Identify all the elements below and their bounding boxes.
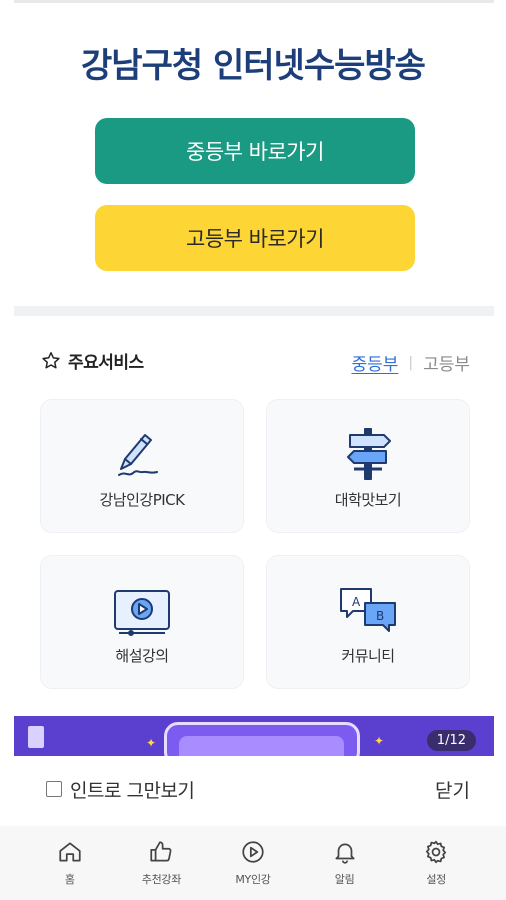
intro-checkbox[interactable] — [46, 781, 62, 797]
intro-dismiss-option[interactable]: 인트로 그만보기 — [46, 776, 195, 803]
high-school-button[interactable]: 고등부 바로가기 — [95, 205, 415, 271]
chat-bubbles-icon: A B — [337, 579, 399, 637]
nav-item-home[interactable]: 홈 — [35, 839, 105, 887]
banner-counter: 1/12 — [426, 730, 476, 751]
nav-item-settings[interactable]: 설정 — [401, 839, 471, 887]
service-card-label: 대학맛보기 — [334, 490, 402, 509]
bell-icon — [332, 839, 358, 865]
thumbs-up-icon — [148, 839, 174, 865]
services-title: 주요서비스 — [68, 353, 144, 373]
intro-checkbox-label[interactable]: 인트로 그만보기 — [70, 776, 195, 803]
video-play-icon — [111, 579, 173, 637]
service-card-university[interactable]: 대학맛보기 — [266, 399, 470, 533]
nav-item-recommended[interactable]: 추천강좌 — [126, 839, 196, 887]
star-icon — [40, 350, 62, 372]
nav-label: 홈 — [64, 873, 75, 886]
services-header: 주요서비스 — [40, 348, 144, 373]
service-card-label: 해설강의 — [115, 646, 169, 665]
nav-item-my-lectures[interactable]: MY인강 — [218, 839, 288, 887]
close-button[interactable]: 닫기 — [435, 776, 470, 803]
section-divider — [14, 306, 494, 316]
gear-icon — [423, 839, 449, 865]
nav-label: 설정 — [426, 873, 446, 886]
tab-middle-school[interactable]: 중등부 — [351, 350, 398, 375]
sparkle-icon: ✦ — [146, 736, 157, 750]
nav-label: MY인강 — [235, 873, 271, 886]
nav-item-notifications[interactable]: 알림 — [310, 839, 380, 887]
home-icon — [57, 839, 83, 865]
services-tabs: 중등부 | 고등부 — [351, 350, 470, 376]
page-title: 강남구청 인터넷수능방송 — [81, 46, 426, 86]
document-icon — [28, 726, 44, 748]
service-card-pick[interactable]: 강남인강PICK — [40, 399, 244, 533]
service-card-lecture[interactable]: 해설강의 — [40, 555, 244, 689]
bottom-nav: 홈 추천강좌 MY인강 알림 설정 — [0, 826, 506, 900]
svg-text:B: B — [376, 609, 384, 623]
tab-separator: | — [408, 354, 414, 371]
intro-bar: 인트로 그만보기 닫기 — [0, 756, 506, 822]
nav-label: 알림 — [334, 873, 355, 886]
service-card-community[interactable]: A B 커뮤니티 — [266, 555, 470, 689]
svg-text:A: A — [352, 595, 361, 609]
sparkle-icon: ✦ — [374, 734, 385, 748]
signpost-icon — [338, 423, 398, 481]
service-card-label: 강남인강PICK — [99, 490, 185, 509]
top-divider — [14, 0, 494, 3]
service-card-label: 커뮤니티 — [341, 646, 395, 665]
middle-school-button[interactable]: 중등부 바로가기 — [95, 118, 415, 184]
promo-banner[interactable]: ✦ ✦ 1/12 — [14, 716, 494, 756]
nav-label: 추천강좌 — [141, 873, 182, 886]
banner-screen-inner — [179, 736, 344, 756]
pen-icon — [107, 423, 177, 481]
play-circle-icon — [240, 839, 266, 865]
tab-high-school[interactable]: 고등부 — [423, 350, 470, 375]
